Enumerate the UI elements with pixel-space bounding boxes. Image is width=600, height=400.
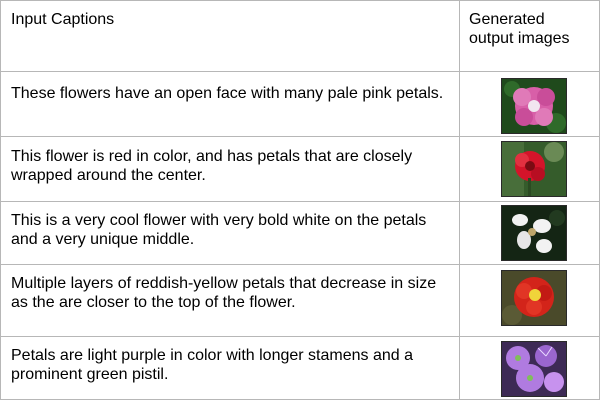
column-divider — [459, 0, 460, 400]
purple-flower-image — [501, 341, 567, 397]
header-input-captions: Input Captions — [11, 11, 115, 28]
white-flower-image — [501, 205, 567, 261]
row-divider — [0, 201, 600, 202]
captions-table: Input Captions Generated output images T… — [0, 0, 600, 400]
row-divider — [0, 0, 600, 1]
row-divider — [0, 264, 600, 265]
row-divider — [0, 71, 600, 72]
caption-row-1: These flowers have an open face with man… — [11, 85, 444, 102]
pink-flower-image — [501, 78, 567, 134]
row-divider — [0, 136, 600, 137]
row-divider — [0, 336, 600, 337]
header-generated-output-images: Generated output images — [469, 11, 570, 47]
caption-row-3: This is a very cool flower with very bol… — [11, 212, 427, 248]
caption-row-4: Multiple layers of reddish-yellow petals… — [11, 275, 437, 311]
purple-flower-icon — [502, 342, 566, 396]
column-divider — [0, 0, 1, 400]
caption-row-5: Petals are light purple in color with lo… — [11, 347, 413, 383]
red-flower-icon — [502, 142, 566, 196]
red-flower-image — [501, 141, 567, 197]
red-yellow-flower-icon — [502, 271, 566, 325]
pink-flower-icon — [502, 79, 566, 133]
white-flower-icon — [502, 206, 566, 260]
red-yellow-flower-image — [501, 270, 567, 326]
caption-row-2: This flower is red in color, and has pet… — [11, 148, 413, 184]
